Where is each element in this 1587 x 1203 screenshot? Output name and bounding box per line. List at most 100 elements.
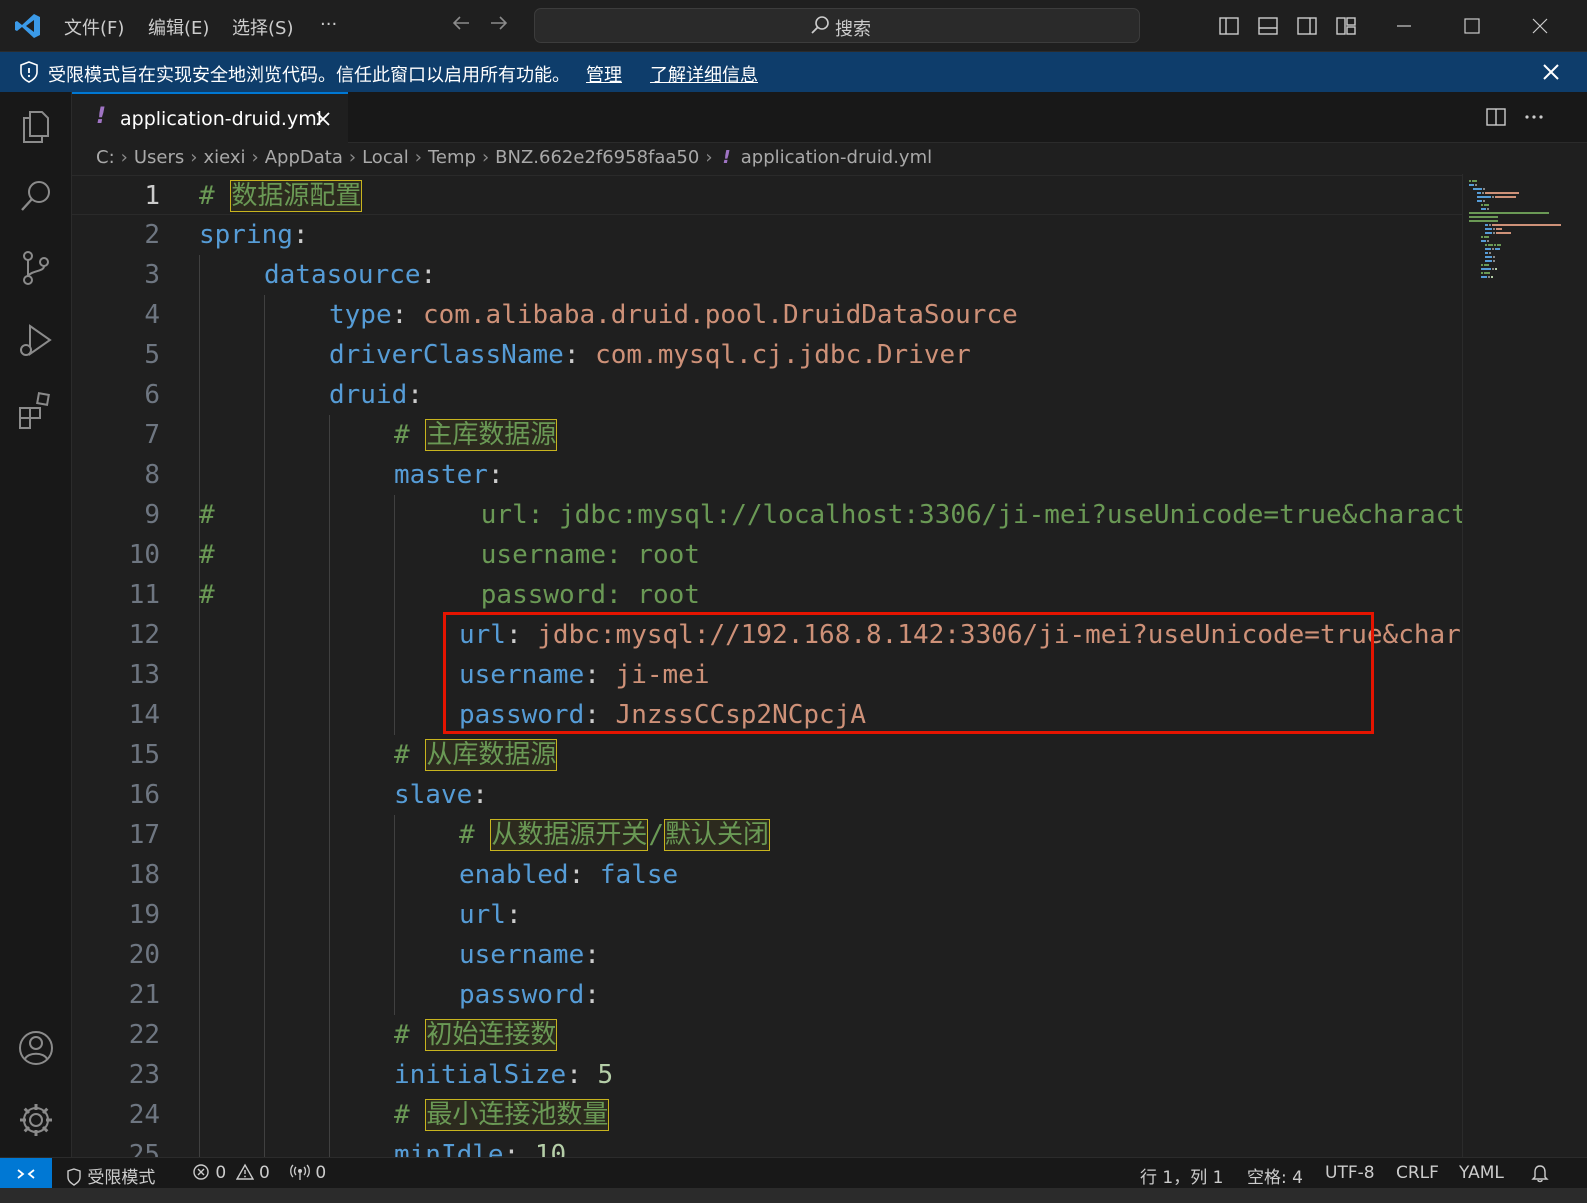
code-line[interactable]: 16 slave: — [72, 775, 1462, 815]
close-tab-icon[interactable] — [314, 110, 332, 128]
settings-gear-icon[interactable] — [16, 1100, 56, 1140]
more-actions-icon[interactable] — [1523, 106, 1545, 128]
chevron-right-icon: › — [414, 146, 422, 168]
extensions-icon[interactable] — [16, 390, 56, 430]
toggle-primary-sidebar-icon[interactable] — [1218, 15, 1240, 37]
ports-status[interactable]: 0 — [290, 1163, 326, 1183]
line-code: # 从数据源开关/默认关闭 — [459, 815, 770, 855]
minimize-icon[interactable] — [1392, 14, 1416, 38]
code-editor[interactable]: 1 # 数据源配置 2 spring: 3 datasource: 4 type: com.a… — [72, 174, 1462, 1157]
code-line[interactable]: 18 enabled: false — [72, 855, 1462, 895]
code-line[interactable]: 11 # password: root — [72, 575, 1462, 615]
minimap[interactable] — [1462, 174, 1572, 1157]
split-editor-icon[interactable] — [1485, 106, 1507, 128]
code-line[interactable]: 20 username: — [72, 935, 1462, 975]
cursor-position[interactable]: 行 1，列 1 — [1140, 1163, 1223, 1188]
line-number: 20 — [128, 940, 160, 970]
breadcrumb-item[interactable]: xiexi — [203, 147, 245, 168]
code-line[interactable]: 15 # 从库数据源 — [72, 735, 1462, 775]
minimap-stroke — [1493, 256, 1496, 258]
code-token: : — [568, 860, 600, 890]
code-line[interactable]: 4 type: com.alibaba.druid.pool.DruidDataS… — [72, 295, 1462, 335]
code-line[interactable]: 1 # 数据源配置 — [72, 175, 1462, 215]
code-line[interactable]: 23 initialSize: 5 — [72, 1055, 1462, 1095]
minimap-stroke — [1482, 200, 1485, 202]
code-line[interactable]: 24 # 最小连接池数量 — [72, 1095, 1462, 1135]
breadcrumb-item[interactable]: Temp — [428, 147, 476, 168]
customize-layout-icon[interactable] — [1335, 15, 1357, 37]
code-line[interactable]: 22 # 初始连接数 — [72, 1015, 1462, 1055]
forward-arrow-icon[interactable] — [488, 12, 510, 34]
breadcrumb-item[interactable]: Local — [362, 147, 409, 168]
code-line[interactable]: 19 url: — [72, 895, 1462, 935]
code-token: # — [394, 740, 426, 770]
remote-icon — [17, 1169, 35, 1179]
explorer-icon[interactable] — [16, 106, 56, 146]
minimap-stroke — [1494, 244, 1497, 246]
code-token: url — [459, 900, 506, 930]
code-token: / — [648, 820, 664, 850]
annotation-red-box — [443, 612, 1374, 734]
close-banner-icon[interactable] — [1541, 62, 1561, 82]
breadcrumb-item[interactable]: C: — [96, 147, 115, 168]
code-line[interactable]: 21 password: — [72, 975, 1462, 1015]
code-line[interactable]: 9 # url: jdbc:mysql://localhost:3306/ji-m… — [72, 495, 1462, 535]
maximize-icon[interactable] — [1460, 14, 1484, 38]
menu-edit[interactable]: 编辑(E) — [148, 14, 209, 40]
code-token: : — [584, 980, 600, 1010]
code-line[interactable]: 6 druid: — [72, 375, 1462, 415]
learn-more-link[interactable]: 了解详细信息 — [650, 61, 758, 87]
indentation-status[interactable]: 空格: 4 — [1247, 1163, 1303, 1188]
menu-file[interactable]: 文件(F) — [64, 14, 124, 40]
minimap-stroke — [1496, 232, 1511, 234]
line-number: 22 — [128, 1020, 160, 1050]
breadcrumb-item[interactable]: application-druid.yml — [741, 147, 932, 168]
code-line[interactable]: 25 minIdle: 10 — [72, 1135, 1462, 1157]
encoding-status[interactable]: UTF-8 — [1325, 1163, 1375, 1183]
language-mode[interactable]: YAML — [1459, 1163, 1504, 1183]
code-line[interactable]: 17 # 从数据源开关/默认关闭 — [72, 815, 1462, 855]
vertical-scrollbar[interactable] — [1572, 174, 1587, 1157]
search-view-icon[interactable] — [16, 176, 56, 216]
toggle-panel-icon[interactable] — [1257, 15, 1279, 37]
toggle-secondary-sidebar-icon[interactable] — [1296, 15, 1318, 37]
line-number: 17 — [128, 820, 160, 850]
accounts-icon[interactable] — [16, 1028, 56, 1068]
remote-indicator[interactable] — [0, 1158, 52, 1189]
minimap-stroke — [1484, 204, 1489, 206]
code-line[interactable]: 10 # username: root — [72, 535, 1462, 575]
breadcrumb-item[interactable]: Users — [134, 147, 184, 168]
minimap-stroke — [1485, 224, 1488, 226]
minimap-stroke — [1475, 184, 1478, 186]
code-line[interactable]: 3 datasource: — [72, 255, 1462, 295]
back-arrow-icon[interactable] — [450, 12, 472, 34]
minimap-stroke — [1493, 228, 1496, 230]
source-control-icon[interactable] — [16, 248, 56, 288]
problems-status[interactable]: 0 0 — [192, 1163, 270, 1183]
menu-selection[interactable]: 选择(S) — [232, 14, 293, 40]
line-number: 11 — [128, 580, 160, 610]
manage-link[interactable]: 管理 — [586, 61, 622, 87]
notifications-bell-icon[interactable] — [1530, 1163, 1550, 1183]
breadcrumb-item[interactable]: BNZ.662e2f6958faa50 — [495, 147, 699, 168]
code-token: 10 — [534, 1140, 567, 1157]
code-line[interactable]: 5 driverClassName: com.mysql.cj.jdbc.Driv… — [72, 335, 1462, 375]
yaml-file-icon: ! — [96, 104, 107, 129]
close-window-icon[interactable] — [1528, 14, 1552, 38]
breadcrumb-item[interactable]: AppData — [265, 147, 343, 168]
line-code: spring: — [199, 215, 309, 255]
minimap-stroke — [1492, 248, 1495, 250]
menu-more[interactable]: ··· — [320, 14, 337, 35]
editor-tab-bar: ! application-druid.yml — [72, 92, 1587, 143]
tab-application-druid[interactable]: ! application-druid.yml — [72, 92, 348, 143]
minimap-stroke — [1485, 244, 1487, 246]
command-center-search[interactable]: 搜索 — [534, 8, 1140, 43]
code-line[interactable]: 7 # 主库数据源 — [72, 415, 1462, 455]
eol-status[interactable]: CRLF — [1396, 1163, 1439, 1183]
code-token: : — [420, 260, 437, 290]
line-code: slave: — [394, 775, 488, 815]
run-and-debug-icon[interactable] — [16, 320, 56, 360]
code-line[interactable]: 2 spring: — [72, 215, 1462, 255]
code-line[interactable]: 8 master: — [72, 455, 1462, 495]
restricted-mode-status[interactable]: 受限模式 — [66, 1163, 155, 1188]
